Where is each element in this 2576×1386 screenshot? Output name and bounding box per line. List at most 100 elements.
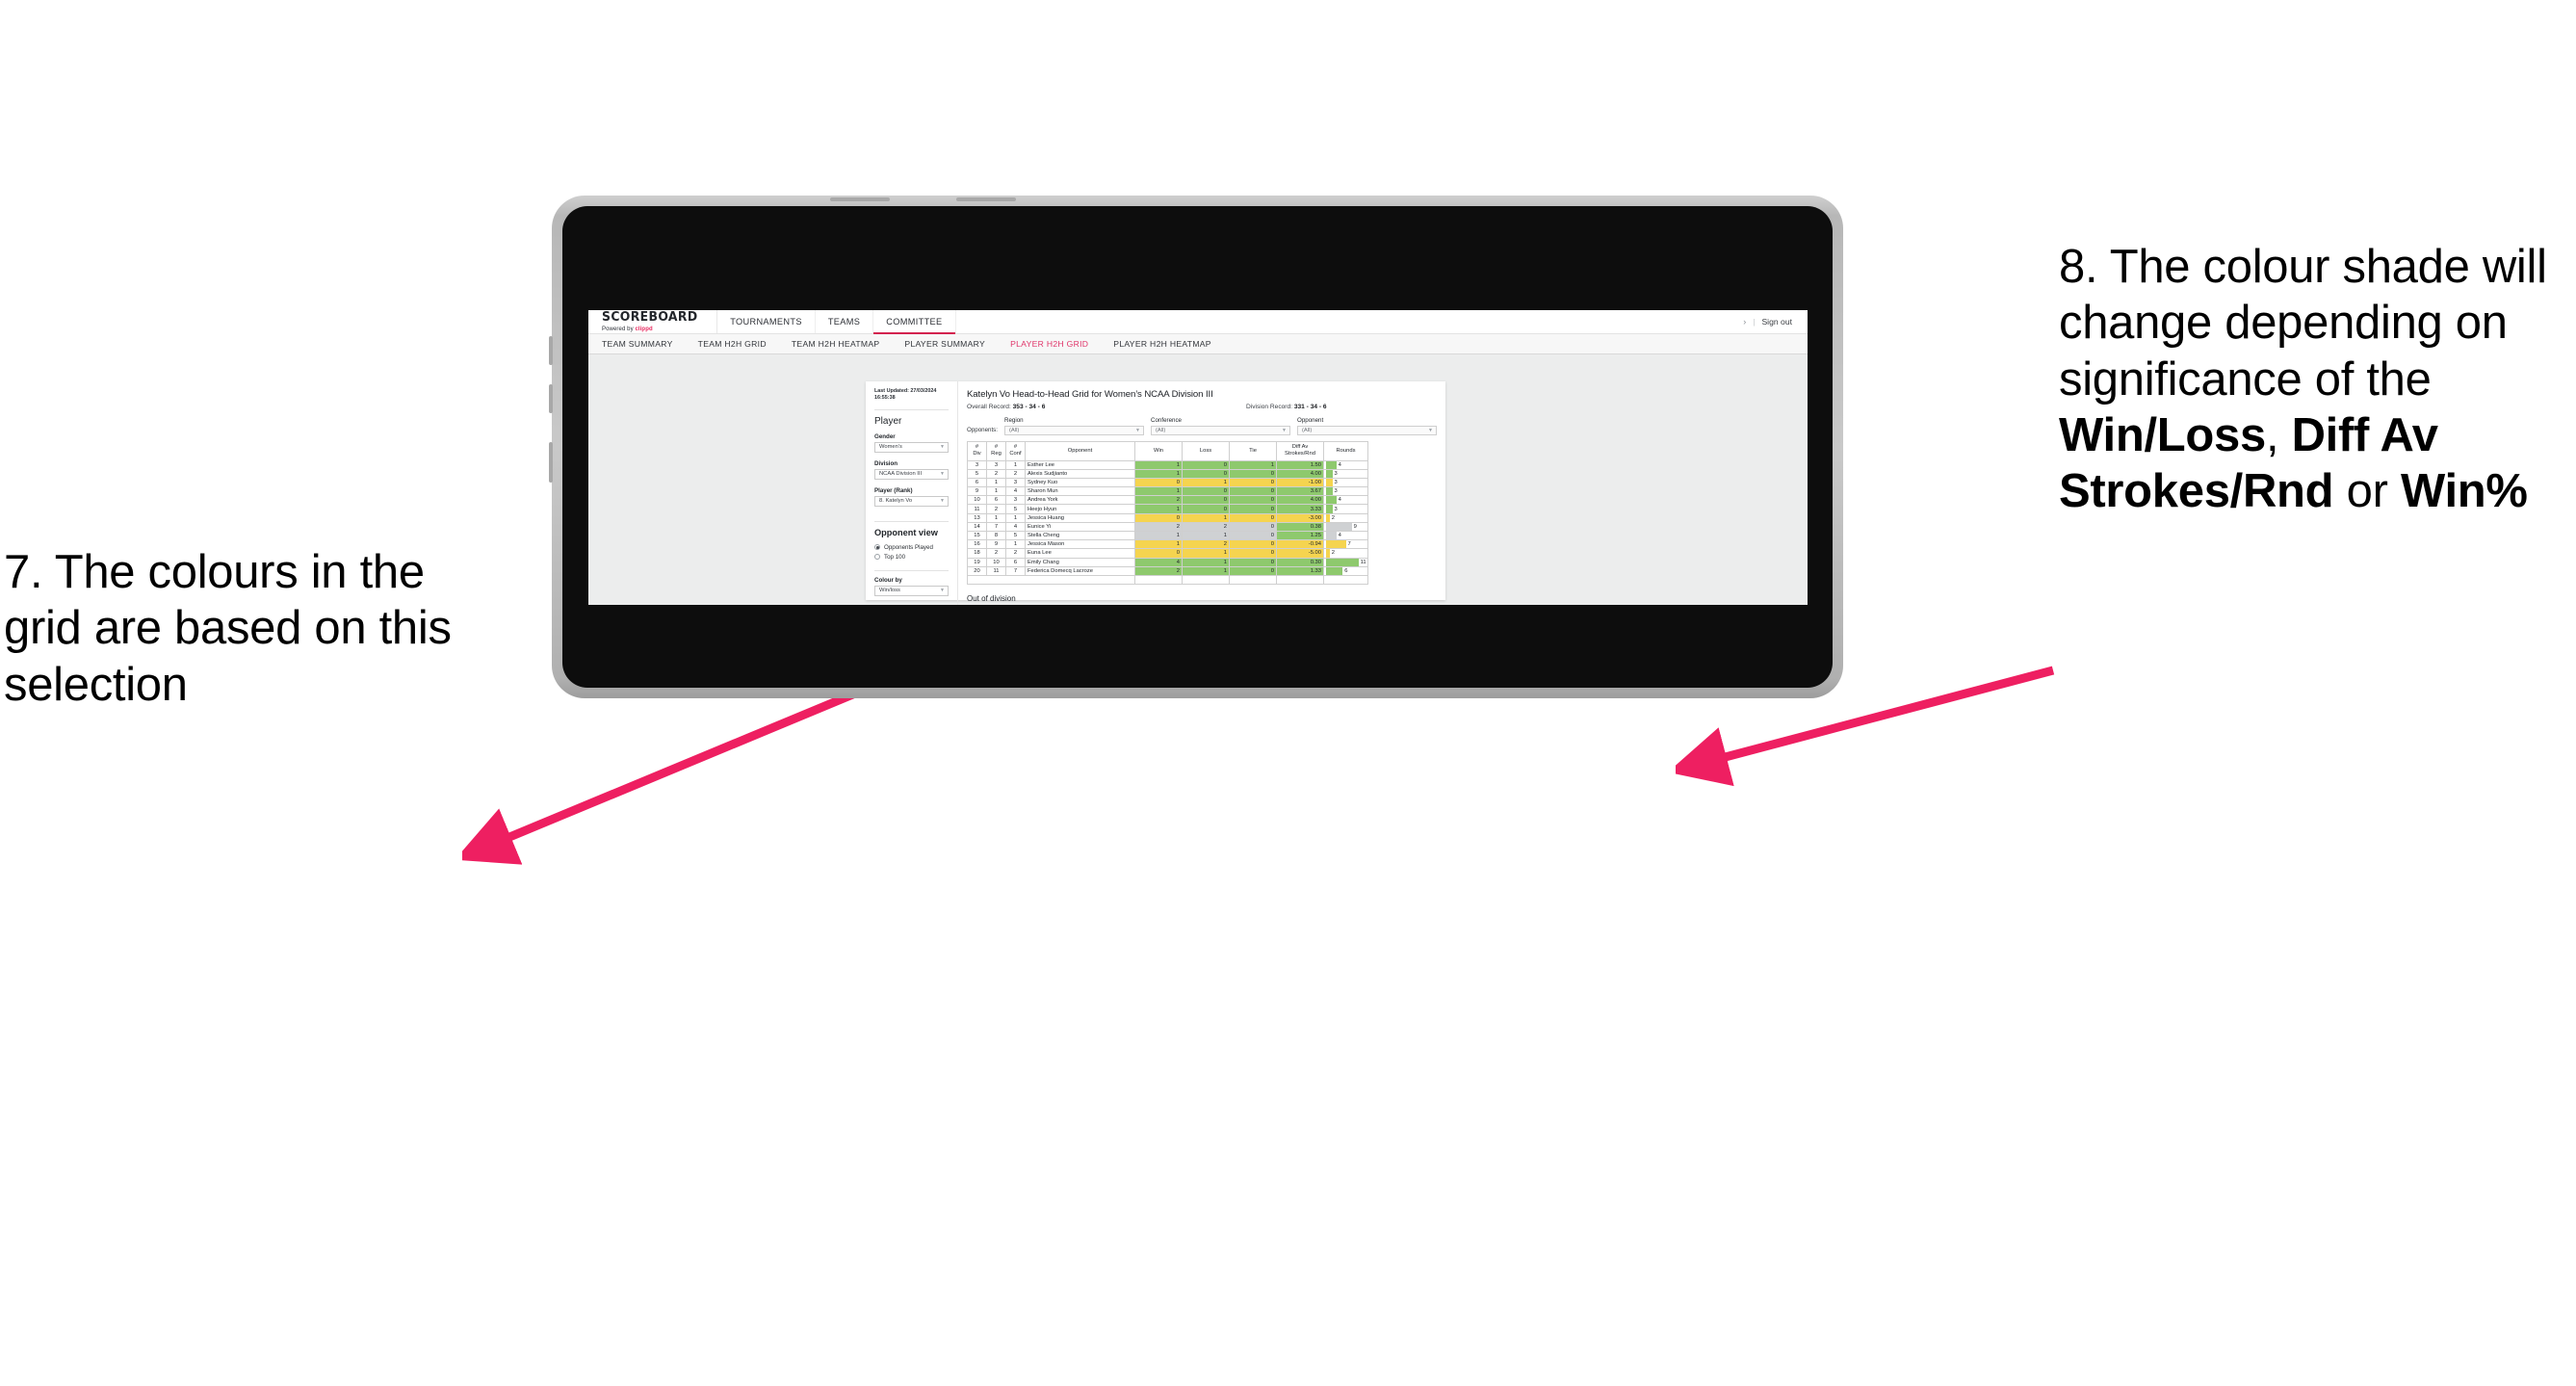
cell-diff: 3.33: [1276, 504, 1324, 514]
cell-tie: 0: [1229, 512, 1277, 523]
cell-win: 2: [1134, 521, 1183, 533]
cell-loss: 2: [1182, 539, 1230, 550]
cell-conf: 2: [1005, 468, 1026, 479]
nav-committee[interactable]: COMMITTEE: [873, 310, 956, 334]
table-row[interactable]: 6 1 3 Sydney Kuo 0 1 0 -1.00 3: [967, 477, 1368, 488]
radio-top-100[interactable]: Top 100: [874, 554, 949, 561]
cell-rounds: 6: [1323, 565, 1368, 576]
table-row[interactable]: 19 10 6 Emily Chang 4 1 0 0.30 11: [967, 557, 1368, 567]
cell-opponent: Eunice Yi: [1025, 521, 1135, 533]
col-win[interactable]: Win: [1134, 440, 1183, 461]
subnav-player-summary[interactable]: PLAYER SUMMARY: [904, 339, 985, 349]
col-reg[interactable]: # Reg: [986, 440, 1006, 461]
brand-sub-name: clippd: [635, 326, 653, 332]
opponent-filter-select[interactable]: (All) ▼: [1297, 425, 1437, 435]
cell-conf: 1: [1005, 539, 1026, 550]
grid-header-row: # Div # Reg # Conf Opponent Win Loss Tie Di…: [967, 440, 1368, 461]
sign-out-link[interactable]: Sign out: [1761, 317, 1792, 327]
rounds-bar: 3: [1326, 469, 1366, 478]
cell-tie: 0: [1229, 557, 1277, 567]
colour-by-select[interactable]: Win/loss ▼: [874, 585, 949, 596]
col-opponent[interactable]: Opponent: [1025, 440, 1135, 461]
cell-div: 18: [967, 548, 987, 559]
region-filter-select[interactable]: (All) ▼: [1004, 425, 1144, 435]
nav-tournaments[interactable]: TOURNAMENTS: [717, 310, 816, 333]
cell-diff: 1.50: [1276, 459, 1324, 470]
col-rounds[interactable]: Rounds: [1323, 440, 1368, 461]
subnav-player-h2h-grid[interactable]: PLAYER H2H GRID: [1010, 339, 1088, 349]
cell-conf: 6: [1005, 557, 1026, 567]
cell-opponent: Esther Lee: [1025, 459, 1135, 470]
table-row[interactable]: 20 11 7 Federica Domecq Lacroze 2 1 0 1.33 6: [967, 565, 1368, 576]
brand-title: SCOREBOARD: [602, 310, 698, 326]
radio-opponents-played[interactable]: Opponents Played: [874, 544, 949, 551]
subnav-team-h2h-grid[interactable]: TEAM H2H GRID: [698, 339, 767, 349]
col-loss[interactable]: Loss: [1182, 440, 1230, 461]
division-select[interactable]: NCAA Division III ▼: [874, 468, 949, 480]
table-row[interactable]: 16 9 1 Jessica Mason 1 2 0 -0.94 7: [967, 539, 1368, 550]
col-div[interactable]: # Div: [967, 440, 987, 461]
cell-div: 11: [967, 504, 987, 514]
rounds-bar-label: 3: [1334, 470, 1338, 477]
table-row[interactable]: 5 2 2 Alexis Sudjianto 1 0 0 4.00 3: [967, 468, 1368, 479]
cell-reg: 3: [986, 459, 1006, 470]
rounds-bar-label: 2: [1331, 550, 1335, 557]
division-record-value: 331 - 34 - 6: [1293, 404, 1327, 410]
chevron-right-icon[interactable]: ›: [1743, 317, 1746, 327]
col-conf[interactable]: # Conf: [1005, 440, 1026, 461]
cell-div: 6: [967, 477, 987, 488]
rounds-bar-label: 6: [1344, 567, 1348, 574]
table-row[interactable]: 14 7 4 Eunice Yi 2 2 0 0.38 9: [967, 521, 1368, 533]
empty-tie: [1229, 574, 1277, 586]
rounds-bar-label: 3: [1334, 506, 1338, 512]
table-row[interactable]: 11 2 5 Heejo Hyun 1 0 0 3.33 3: [967, 504, 1368, 514]
col-diff[interactable]: Diff Av Strokes/Rnd: [1276, 440, 1324, 461]
cell-win: 2: [1134, 495, 1183, 506]
table-row[interactable]: 10 6 3 Andrea York 2 0 0 4.00 4: [967, 495, 1368, 506]
gender-field: Gender Women’s ▼: [874, 433, 949, 453]
cell-rounds: 3: [1323, 504, 1368, 514]
filter-sidebar: Last Updated: 27/03/2024 16:55:38 Player…: [866, 381, 958, 605]
cell-loss: 1: [1182, 530, 1230, 541]
subnav-team-h2h-heatmap[interactable]: TEAM H2H HEATMAP: [792, 339, 880, 349]
cell-reg: 6: [986, 495, 1006, 506]
cell-win: 0: [1134, 548, 1183, 559]
nav-teams[interactable]: TEAMS: [816, 310, 874, 333]
cell-opponent: Heejo Hyun: [1025, 504, 1135, 514]
opponent-filters: Opponents: Region (All) ▼ Conference (Al…: [967, 417, 1437, 435]
chevron-down-icon: ▼: [940, 444, 945, 451]
rounds-bar-fill: [1326, 460, 1337, 469]
cell-div: 10: [967, 495, 987, 506]
overall-record: Overall Record: 353 - 34 - 6: [967, 404, 1246, 410]
conference-filter-select[interactable]: (All) ▼: [1151, 425, 1290, 435]
table-row[interactable]: 15 8 5 Stella Cheng 1 1 0 1.25 4: [967, 530, 1368, 541]
viz-main-panel: Katelyn Vo Head-to-Head Grid for Women’s…: [958, 381, 1446, 605]
sidebar-heading-player: Player: [874, 415, 902, 427]
table-row[interactable]: 3 3 1 Esther Lee 1 0 1 1.50 4: [967, 459, 1368, 470]
cell-div: 3: [967, 459, 987, 470]
h2h-grid-table: # Div # Reg # Conf Opponent Win Loss Tie Di…: [967, 440, 1368, 586]
empty-win: [1134, 574, 1183, 586]
cell-opponent: Emily Chang: [1025, 557, 1135, 567]
cell-opponent: Jessica Huang: [1025, 512, 1135, 523]
gender-select[interactable]: Women’s ▼: [874, 441, 949, 453]
player-rank-select[interactable]: 8. Katelyn Vo ▼: [874, 495, 949, 507]
division-label: Division: [874, 459, 898, 467]
col-tie[interactable]: Tie: [1229, 440, 1277, 461]
subnav-team-summary[interactable]: TEAM SUMMARY: [602, 339, 673, 349]
cell-diff: 1.33: [1276, 565, 1324, 576]
rounds-bar: 3: [1326, 487, 1366, 496]
rounds-bar-label: 2: [1331, 514, 1335, 521]
table-row[interactable]: 13 1 1 Jessica Huang 0 1 0 -3.00 2: [967, 512, 1368, 523]
annotation-arrow-left: [462, 693, 857, 865]
division-record-label: Division Record:: [1246, 404, 1294, 410]
table-row[interactable]: 9 1 4 Sharon Mun 1 0 0 3.67 3: [967, 486, 1368, 497]
cell-diff: 1.25: [1276, 530, 1324, 541]
table-row[interactable]: 18 2 2 Euna Lee 0 1 0 -5.00 2: [967, 548, 1368, 559]
rounds-bar: 2: [1326, 549, 1366, 558]
col-header-line: Strokes/Rnd: [1285, 451, 1315, 457]
cell-diff: 0.38: [1276, 521, 1324, 533]
subnav-player-h2h-heatmap[interactable]: PLAYER H2H HEATMAP: [1113, 339, 1211, 349]
rounds-bar-label: 9: [1353, 523, 1357, 530]
